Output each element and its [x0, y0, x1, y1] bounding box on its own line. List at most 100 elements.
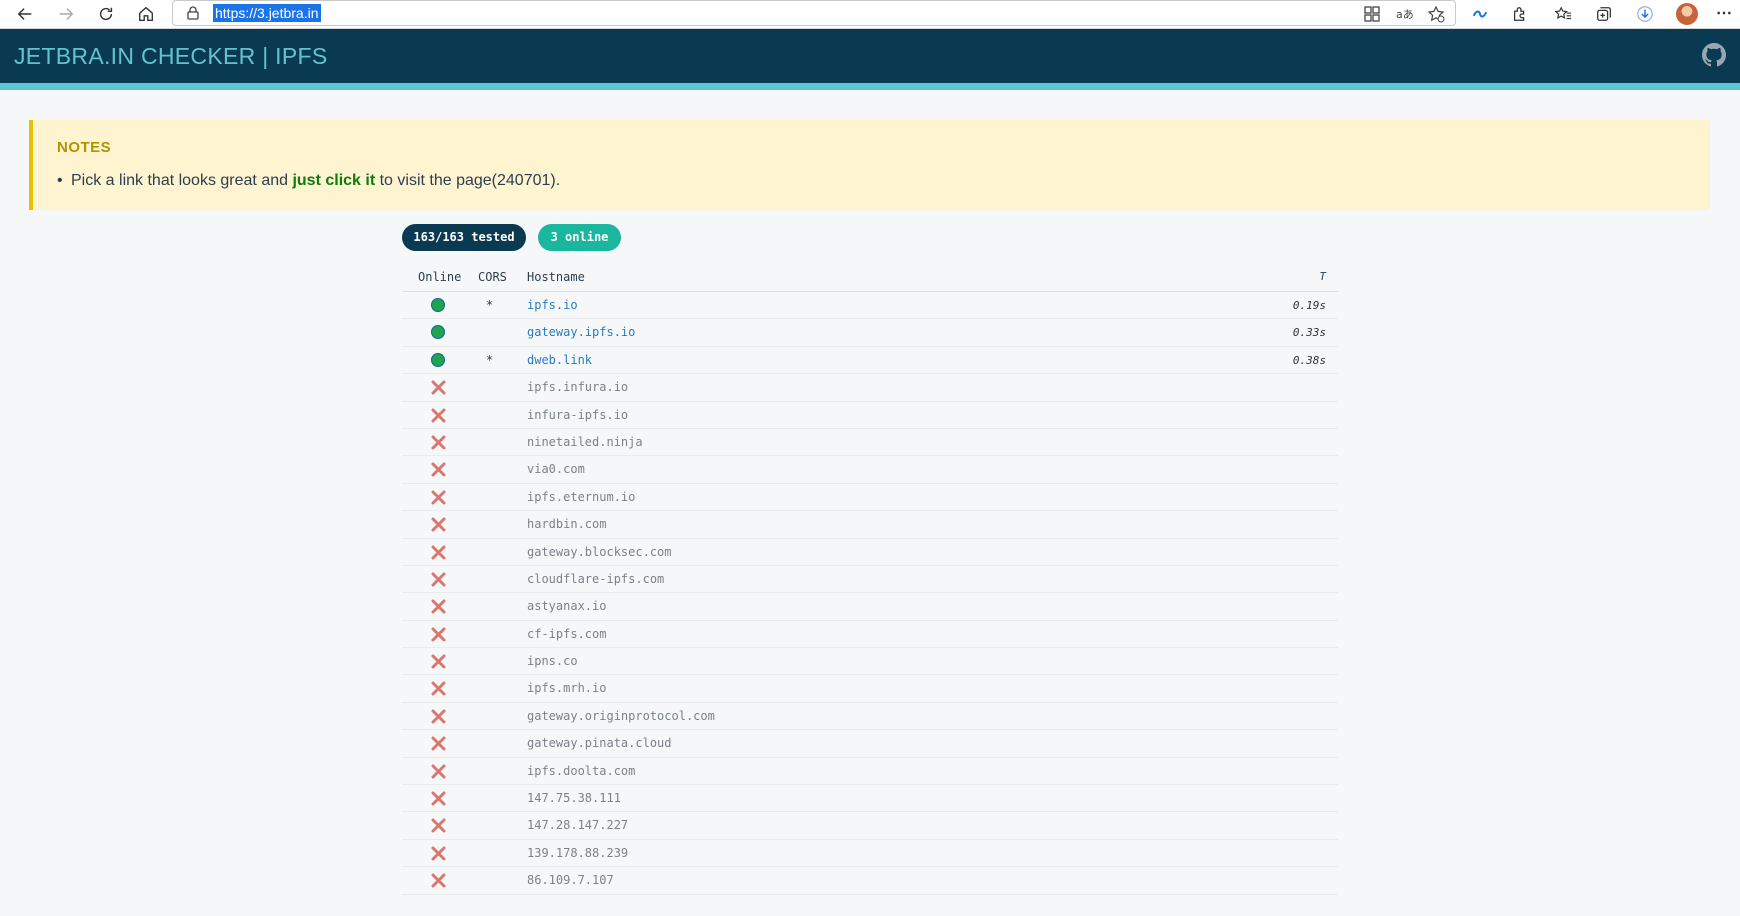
response-time: 0.19s: [1292, 299, 1326, 312]
cors-cell: *: [486, 352, 494, 367]
table-row: 139.178.88.239: [402, 840, 1338, 868]
forward-button[interactable]: [54, 3, 78, 25]
hostname-text: ipfs.eternum.io: [527, 489, 636, 504]
table-row: hardbin.com: [402, 511, 1338, 539]
downloads-button[interactable]: [1635, 4, 1655, 24]
ellipsis-icon: ⋯: [1716, 5, 1732, 22]
hostname-text: cf-ipfs.com: [527, 626, 607, 641]
offline-x-icon: [431, 818, 446, 833]
offline-x-icon: [431, 791, 446, 806]
offline-x-icon: [431, 654, 446, 669]
column-header-online: Online: [418, 270, 462, 284]
hostname-text: infura-ipfs.io: [527, 407, 629, 422]
offline-x-icon: [431, 709, 446, 724]
table-row: gateway.originprotocol.com: [402, 703, 1338, 731]
hostname-text: ninetailed.ninja: [527, 434, 643, 449]
puzzle-icon: [1513, 7, 1525, 21]
url-text[interactable]: https://3.jetbra.in: [213, 4, 321, 22]
site-header: JETBRA.IN CHECKER | IPFS: [0, 29, 1740, 90]
table-row: 86.109.7.107: [402, 867, 1338, 895]
table-row: ipns.co: [402, 648, 1338, 676]
read-aloud-icon[interactable]: aあ: [1395, 5, 1413, 23]
reload-button[interactable]: [94, 3, 118, 25]
offline-x-icon: [431, 846, 446, 861]
site-title: JETBRA.IN CHECKER | IPFS: [14, 43, 328, 69]
hostname-text: ipfs.doolta.com: [527, 763, 636, 778]
table-row: cloudflare-ipfs.com: [402, 566, 1338, 594]
table-row: * dweb.link 0.38s: [402, 347, 1338, 375]
table-header: Online CORS Hostname T: [402, 263, 1338, 292]
table-row: 147.75.38.111: [402, 785, 1338, 813]
bullet-icon: •: [57, 172, 63, 189]
address-bar[interactable]: https://3.jetbra.in aあ: [172, 0, 1456, 26]
table-row: cf-ipfs.com: [402, 621, 1338, 649]
hostname-text: gateway.pinata.cloud: [527, 736, 672, 751]
hostname-text: 147.28.147.227: [527, 818, 629, 833]
hostname-text: ipfs.mrh.io: [527, 681, 607, 696]
column-header-time: T: [1319, 270, 1326, 283]
offline-x-icon: [431, 408, 446, 423]
offline-x-icon: [431, 462, 446, 477]
lock-icon: [187, 6, 199, 20]
column-header-cors: CORS: [478, 270, 507, 284]
home-icon: [139, 6, 153, 21]
notes-text-before: Pick a link that looks great and: [71, 172, 293, 189]
collections-button[interactable]: [1594, 4, 1614, 24]
offline-x-icon: [431, 572, 446, 587]
offline-x-icon: [431, 599, 446, 614]
table-body: * ipfs.io 0.19s gateway.ipfs.io 0.33s * dweb.l…: [402, 292, 1338, 895]
offline-x-icon: [431, 380, 446, 395]
tested-count-badge: 163/163 tested: [402, 224, 526, 251]
offline-x-icon: [431, 764, 446, 779]
hostname-text: 139.178.88.239: [527, 845, 629, 860]
offline-x-icon: [431, 517, 446, 532]
reload-icon: [99, 7, 113, 21]
hostname-link[interactable]: gateway.ipfs.io: [527, 325, 635, 339]
notes-highlight: just click it: [292, 172, 376, 189]
table-row: * ipfs.io 0.19s: [402, 292, 1338, 320]
table-row: ipfs.mrh.io: [402, 675, 1338, 703]
offline-x-icon: [431, 873, 446, 888]
extension-icon[interactable]: [1470, 4, 1490, 24]
table-row: 147.28.147.227: [402, 812, 1338, 840]
favorites-star-icon: [1554, 6, 1572, 20]
favorites-button[interactable]: [1553, 4, 1573, 24]
cors-cell: *: [486, 298, 494, 312]
offline-x-icon: [431, 736, 446, 751]
hostname-link[interactable]: dweb.link: [527, 353, 592, 367]
table-row: ipfs.infura.io: [402, 374, 1338, 402]
hostname-text: ipns.co: [527, 654, 578, 669]
home-button[interactable]: [134, 3, 158, 25]
table-row: ninetailed.ninja: [402, 429, 1338, 457]
back-button[interactable]: [13, 3, 37, 25]
notes-panel: NOTES • Pick a link that looks great and …: [29, 120, 1710, 210]
hostname-text: gateway.originprotocol.com: [527, 708, 715, 723]
response-time: 0.33s: [1292, 326, 1326, 340]
table-row: gateway.pinata.cloud: [402, 730, 1338, 758]
table-row: ipfs.eternum.io: [402, 484, 1338, 512]
notes-text-after: to visit the page(240701).: [375, 172, 561, 189]
hostname-link[interactable]: ipfs.io: [527, 298, 578, 312]
add-favorite-icon[interactable]: [1427, 5, 1445, 23]
online-count-badge: 3 online: [538, 224, 621, 251]
hostname-text: cloudflare-ipfs.com: [527, 571, 665, 586]
github-icon[interactable]: [1702, 43, 1726, 67]
hostname-text: ipfs.infura.io: [527, 380, 629, 395]
offline-x-icon: [431, 627, 446, 642]
collections-icon: [1597, 7, 1611, 21]
hostname-text: 147.75.38.111: [527, 791, 621, 806]
hostname-text: astyanax.io: [527, 599, 607, 614]
more-options-button[interactable]: ⋯: [1714, 4, 1734, 24]
app-available-icon[interactable]: [1363, 5, 1381, 23]
column-header-hostname: Hostname: [527, 270, 585, 284]
svg-text:aあ: aあ: [1396, 8, 1413, 21]
table-row: astyanax.io: [402, 593, 1338, 621]
browser-toolbar: https://3.jetbra.in aあ ⋯: [0, 0, 1740, 29]
hostname-text: gateway.blocksec.com: [527, 544, 672, 559]
offline-x-icon: [431, 545, 446, 560]
table-row: gateway.blocksec.com: [402, 539, 1338, 566]
extensions-button[interactable]: [1510, 4, 1530, 24]
offline-x-icon: [431, 681, 446, 696]
profile-avatar[interactable]: [1676, 3, 1698, 25]
notes-item: • Pick a link that looks great and just c…: [57, 172, 560, 190]
